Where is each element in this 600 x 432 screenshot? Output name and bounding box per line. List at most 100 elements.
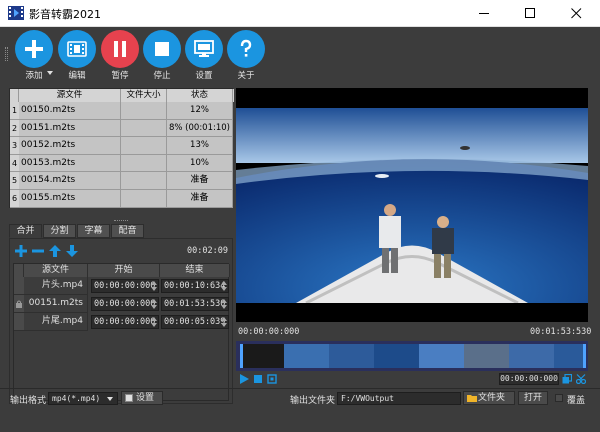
output-path-input[interactable]: F:/VWOutput [337,392,461,405]
minimize-button[interactable] [462,0,508,27]
cell-file: 00154.m2ts [19,172,121,190]
browse-folder-button[interactable]: 文件夹 [463,391,515,405]
cell-size [121,190,167,208]
table-row[interactable]: 片头.mp4 00:00:00:000 00:00:10:634 [14,277,230,295]
start-time-value: 00:00:00:000 [94,317,156,327]
spin-arrows-icon[interactable] [220,298,228,310]
header-source-file[interactable]: 源文件 [19,89,121,102]
edit-circle [58,30,96,68]
tab-dubbing[interactable]: 配音 [111,224,144,238]
settings-button[interactable]: 设置 [182,27,226,81]
tab-merge[interactable]: 合并 [9,224,42,238]
cell-size [121,119,167,138]
stop-button[interactable]: 停止 [140,27,184,81]
row-number-header [10,89,19,102]
timeline-strip[interactable] [236,341,588,371]
chevron-down-icon [107,397,113,401]
header-start[interactable]: 开始 [88,264,160,277]
row-number: 3 [10,137,19,155]
bottom-divider [0,388,600,389]
toolbar-grip[interactable] [5,47,8,61]
timeline-start-time: 00:00:00:000 [238,327,300,337]
add-segment-icon[interactable] [14,244,28,258]
row-number: 4 [10,154,19,173]
output-folder-label: 输出文件夹 [290,396,336,406]
output-format-label: 输出格式 [10,396,47,406]
start-time-input[interactable]: 00:00:00:000 [91,279,159,293]
output-path-value: F:/VWOutput [341,394,394,403]
current-time-input[interactable]: 00:00:00:000 [499,373,559,385]
table-row[interactable]: 00151.m2ts 00:00:00:000 00:01:53:530 [14,295,230,313]
header-file-size[interactable]: 文件大小 [121,89,167,102]
fit-frame-icon[interactable] [267,374,277,384]
browse-folder-label: 文件夹 [478,393,506,403]
panel-splitter[interactable] [114,220,128,222]
question-icon [240,39,252,57]
start-time-input[interactable]: 00:00:00:000 [91,315,159,329]
tab-split[interactable]: 分割 [43,224,76,238]
table-row[interactable]: 片尾.mp4 00:00:00:000 00:00:05:039 [14,313,230,331]
about-label: 关于 [237,71,255,81]
table-row[interactable]: 4 00153.m2ts 10% (00:00:54) [10,154,234,185]
spin-arrows-icon[interactable] [150,280,158,292]
tab-subtitle[interactable]: 字幕 [77,224,110,238]
segment-table-header: 源文件 开始 结束 [14,264,230,277]
spin-arrows-icon[interactable] [150,316,158,328]
cell-status: 准备 [167,172,233,190]
header-source-file[interactable]: 源文件 [24,264,88,277]
film-edit-icon [67,41,87,57]
stop-icon [155,42,169,56]
end-time-input[interactable]: 00:00:05:039 [161,315,229,329]
merge-panel: 00:02:09 源文件 开始 结束 片头.mp4 00:00:00:000 0… [9,238,233,404]
settings-circle [185,30,223,68]
cut-icon[interactable] [576,374,586,384]
start-time-input[interactable]: 00:00:00:000 [91,297,159,311]
table-row[interactable]: 1 00150.m2ts 12% (00:00:44) [10,102,234,132]
cell-size [121,172,167,190]
overwrite-label: 覆盖 [567,396,586,406]
start-time-value: 00:00:00:000 [94,299,156,309]
output-format-select[interactable]: mp4(*.mp4) [48,392,118,405]
overwrite-checkbox[interactable] [555,394,563,402]
cell-file: 片尾.mp4 [24,313,88,331]
spin-arrows-icon[interactable] [150,298,158,310]
video-preview[interactable] [236,88,588,322]
spin-arrows-icon[interactable] [220,316,228,328]
copy-frame-icon[interactable] [562,374,572,384]
pause-button[interactable]: 暂停 [98,27,142,81]
cell-status: 10% (00:00:54) [167,154,233,185]
settings-label: 设置 [195,71,213,81]
spin-arrows-icon[interactable] [220,280,228,292]
maximize-button[interactable] [508,0,554,27]
play-icon[interactable] [239,374,249,384]
header-status[interactable]: 状态 [167,89,233,102]
end-time-input[interactable]: 00:01:53:530 [161,297,229,311]
cell-file: 00151.m2ts [24,295,88,313]
stop-playback-icon[interactable] [253,374,263,384]
header-end[interactable]: 结束 [160,264,230,277]
timeline-thumbnails [236,341,588,371]
cell-size [121,137,167,155]
table-row[interactable]: 6 00155.m2ts 准备 [10,190,234,208]
table-row[interactable]: 3 00152.m2ts 13% (00:00:45) [10,137,234,167]
remove-segment-icon[interactable] [31,244,45,258]
end-time-input[interactable]: 00:00:10:634 [161,279,229,293]
table-row[interactable]: 5 00154.m2ts 准备 [10,172,234,190]
row-number: 6 [10,190,19,208]
about-button[interactable]: 关于 [224,27,268,81]
move-up-icon[interactable] [48,244,62,258]
close-icon [571,8,582,19]
end-time-value: 00:01:53:530 [164,299,226,309]
format-settings-label: 设置 [136,393,155,403]
add-dropdown-icon[interactable] [47,71,53,75]
cell-file: 00155.m2ts [19,190,121,208]
cell-status: 8% (00:01:10) [167,119,233,138]
format-settings-button[interactable]: 设置 [121,391,163,405]
edit-button[interactable]: 编辑 [55,27,99,81]
move-down-icon[interactable] [65,244,79,258]
close-button[interactable] [554,0,600,27]
table-row[interactable]: 2 00151.m2ts 8% (00:01:10) [10,119,234,138]
pause-icon [114,41,126,57]
open-folder-button[interactable]: 打开 [518,391,548,405]
segment-table: 源文件 开始 结束 片头.mp4 00:00:00:000 00:00:10:6… [13,263,230,401]
